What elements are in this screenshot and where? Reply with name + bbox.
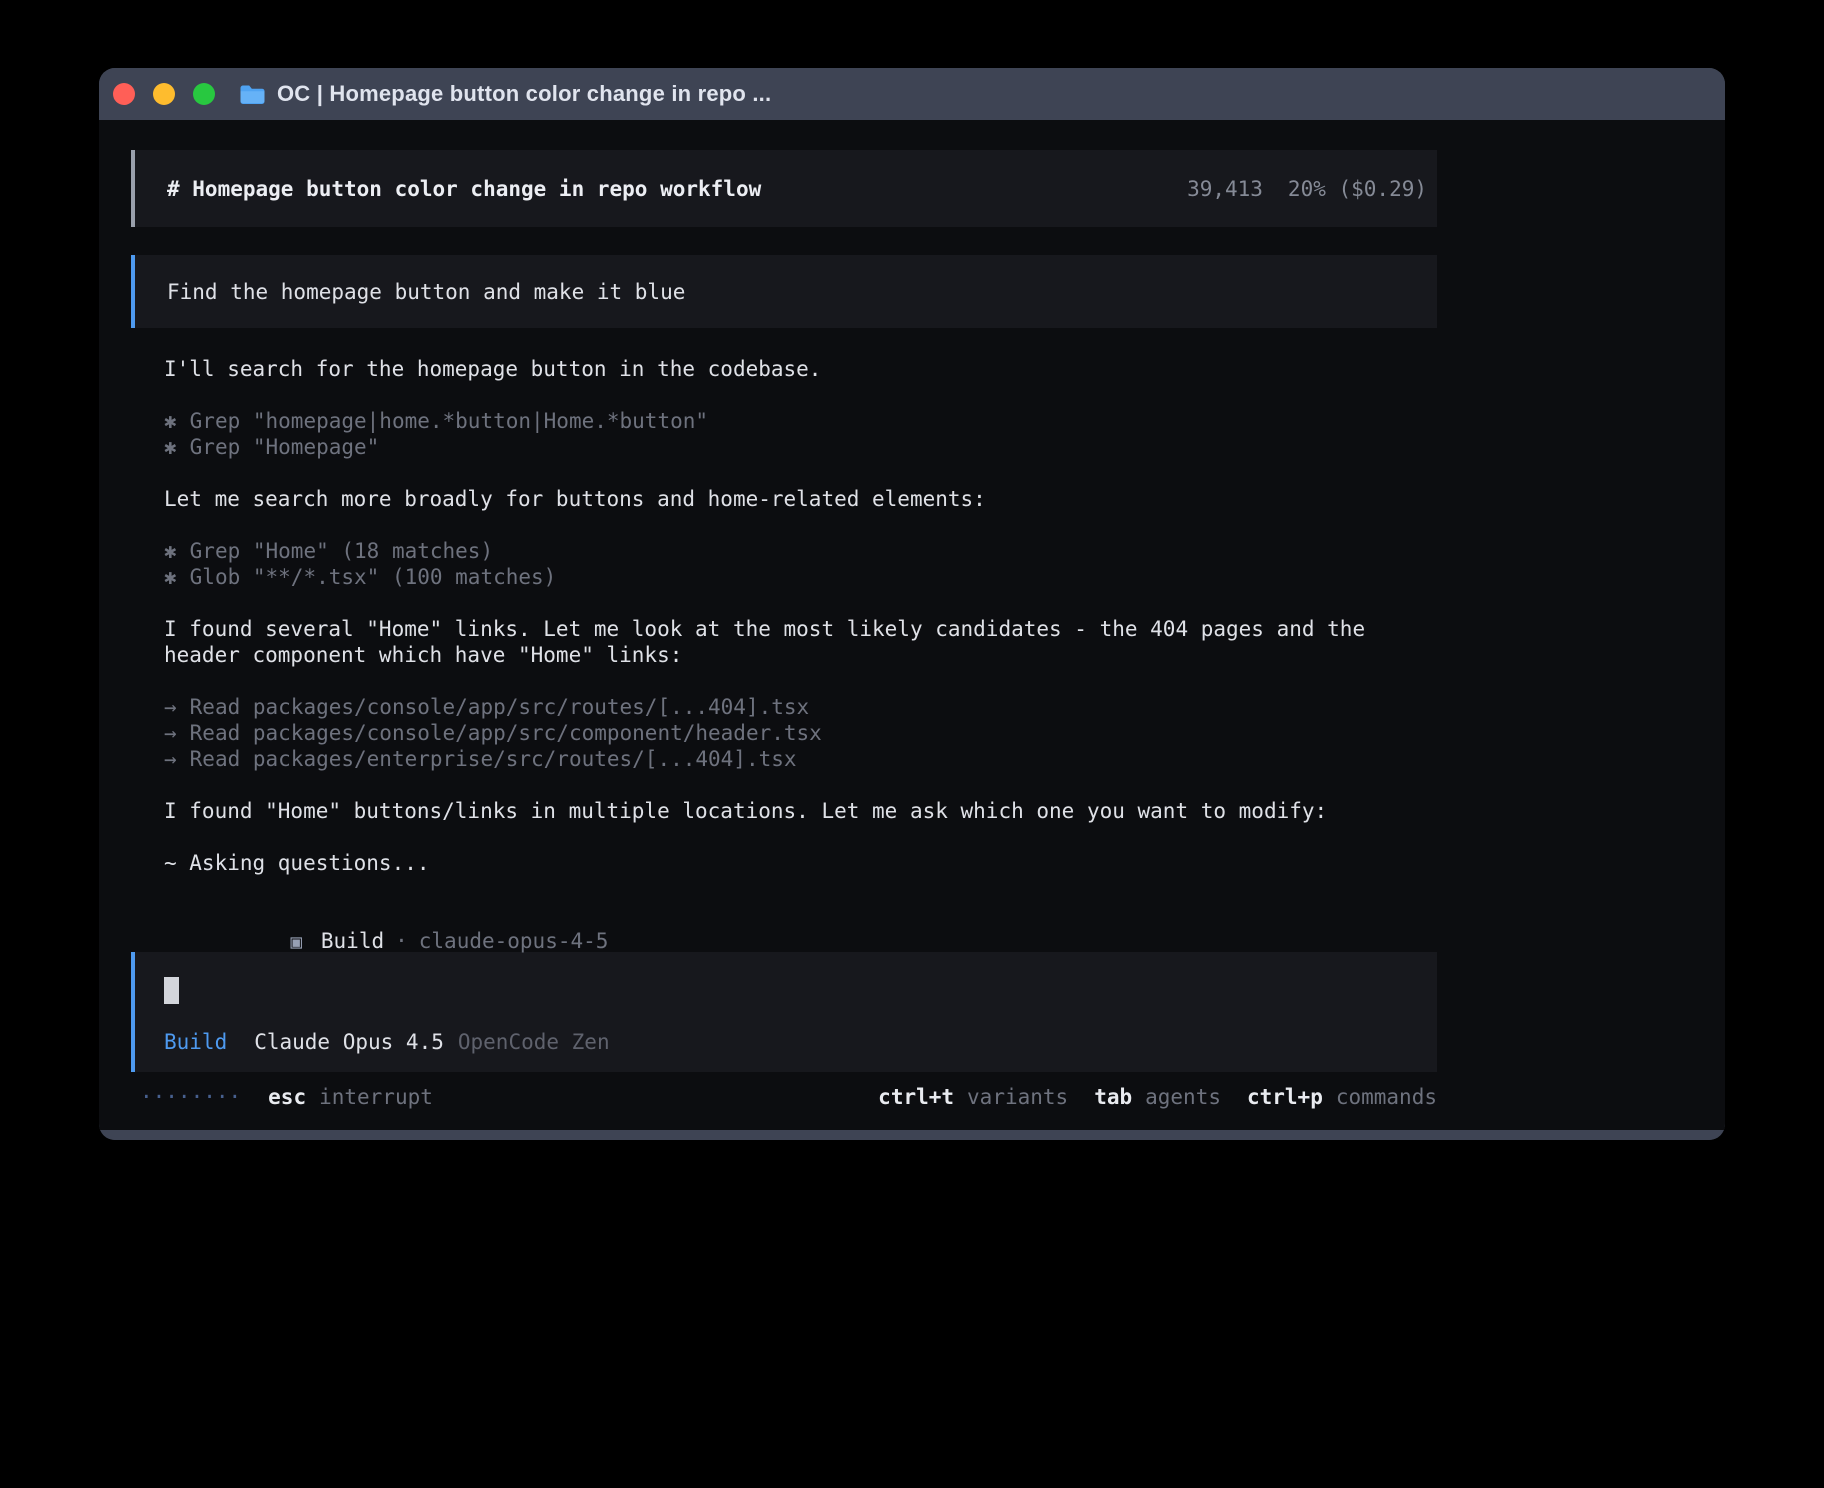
terminal-pane: # Homepage button color change in repo w…: [99, 120, 1725, 1130]
session-stats: 39,413 20% ($0.29): [1187, 177, 1427, 201]
close-window-button[interactable]: [113, 83, 135, 105]
tool-call-read: → Read packages/enterprise/src/routes/[..…: [131, 746, 1437, 772]
shortcut-key: ctrl+t: [878, 1085, 954, 1109]
user-message-text: Find the homepage button and make it blu…: [167, 280, 685, 304]
tool-call-label: Grep "Home" (18 matches): [190, 539, 493, 563]
status-bar: ········ esc interrupt ctrl+t variants tab…: [131, 1084, 1437, 1110]
session-title: # Homepage button color change in repo w…: [167, 177, 761, 201]
shortcut-label: commands: [1336, 1085, 1437, 1109]
text-cursor: [164, 977, 179, 1004]
assistant-response: I'll search for the homepage button in t…: [131, 356, 1437, 928]
prompt-input[interactable]: Build Claude Opus 4.5 OpenCode Zen: [131, 952, 1437, 1072]
assistant-text: I found "Home" buttons/links in multiple…: [131, 798, 1437, 824]
session-content: # Homepage button color change in repo w…: [131, 150, 1437, 1110]
asterisk-icon: ✱: [164, 565, 177, 589]
terminal-window: OC | Homepage button color change in rep…: [99, 68, 1725, 1140]
asterisk-icon: ✱: [164, 409, 177, 433]
assistant-text: I found several "Home" links. Let me loo…: [131, 616, 1437, 642]
spinner-dots: ········: [140, 1084, 241, 1110]
window-title-group: OC | Homepage button color change in rep…: [239, 81, 771, 107]
arrow-right-icon: →: [164, 721, 177, 745]
agent-model: claude-opus-4-5: [419, 929, 609, 953]
shortcut-agents: tab agents: [1094, 1084, 1221, 1110]
status-left: ········ esc interrupt: [140, 1084, 433, 1110]
dot-separator: ·: [395, 929, 408, 953]
tool-call-grep: ✱ Grep "Homepage": [131, 434, 1437, 460]
provider-name: OpenCode Zen: [458, 1030, 610, 1054]
token-count: 39,413: [1187, 177, 1263, 201]
shortcut-key: esc: [268, 1085, 306, 1109]
agent-name: Build: [321, 929, 384, 953]
tool-call-label: Read packages/enterprise/src/routes/[...…: [190, 747, 797, 771]
arrow-right-icon: →: [164, 695, 177, 719]
minimize-window-button[interactable]: [153, 83, 175, 105]
maximize-window-button[interactable]: [193, 83, 215, 105]
shortcut-key: tab: [1094, 1085, 1132, 1109]
agent-status-line: ▣Build·claude-opus-4-5: [131, 902, 1437, 928]
tool-call-label: Glob "**/*.tsx" (100 matches): [190, 565, 557, 589]
shortcut-key: ctrl+p: [1247, 1085, 1323, 1109]
arrow-right-icon: →: [164, 747, 177, 771]
tool-call-grep: ✱ Grep "homepage|home.*button|Home.*butto…: [131, 408, 1437, 434]
tool-call-label: Read packages/console/app/src/routes/[..…: [190, 695, 810, 719]
model-status-line: Build Claude Opus 4.5 OpenCode Zen: [164, 1029, 1437, 1055]
shortcut-label: variants: [967, 1085, 1068, 1109]
tool-call-read: → Read packages/console/app/src/component…: [131, 720, 1437, 746]
asterisk-icon: ✱: [164, 539, 177, 563]
asterisk-icon: ✱: [164, 435, 177, 459]
shortcut-variants: ctrl+t variants: [878, 1084, 1068, 1110]
window-bottom-edge: [99, 1130, 1725, 1140]
tool-call-label: Grep "Homepage": [190, 435, 380, 459]
working-status: ~ Asking questions...: [131, 850, 1437, 876]
assistant-text: Let me search more broadly for buttons a…: [131, 486, 1437, 512]
assistant-text: header component which have "Home" links…: [131, 642, 1437, 668]
session-header: # Homepage button color change in repo w…: [131, 150, 1437, 227]
agent-square-icon: ▣: [290, 931, 301, 953]
user-message: Find the homepage button and make it blu…: [131, 255, 1437, 328]
shortcut-interrupt: esc interrupt: [268, 1084, 433, 1110]
shortcut-label: interrupt: [319, 1085, 433, 1109]
context-usage: 20% ($0.29): [1288, 177, 1427, 201]
window-titlebar: OC | Homepage button color change in rep…: [99, 68, 1725, 120]
window-title: OC | Homepage button color change in rep…: [277, 81, 771, 107]
tool-call-read: → Read packages/console/app/src/routes/[.…: [131, 694, 1437, 720]
status-right: ctrl+t variants tab agents ctrl+p commands: [878, 1084, 1437, 1110]
folder-icon: [239, 84, 266, 105]
agent-mode-label: Build: [164, 1030, 227, 1054]
shortcut-commands: ctrl+p commands: [1247, 1084, 1437, 1110]
model-name: Claude Opus 4.5: [254, 1030, 444, 1054]
traffic-lights: [113, 83, 215, 105]
shortcut-label: agents: [1145, 1085, 1221, 1109]
tool-call-label: Grep "homepage|home.*button|Home.*button…: [190, 409, 708, 433]
tool-call-grep: ✱ Grep "Home" (18 matches): [131, 538, 1437, 564]
tool-call-glob: ✱ Glob "**/*.tsx" (100 matches): [131, 564, 1437, 590]
assistant-text: I'll search for the homepage button in t…: [131, 356, 1437, 382]
tool-call-label: Read packages/console/app/src/component/…: [190, 721, 822, 745]
